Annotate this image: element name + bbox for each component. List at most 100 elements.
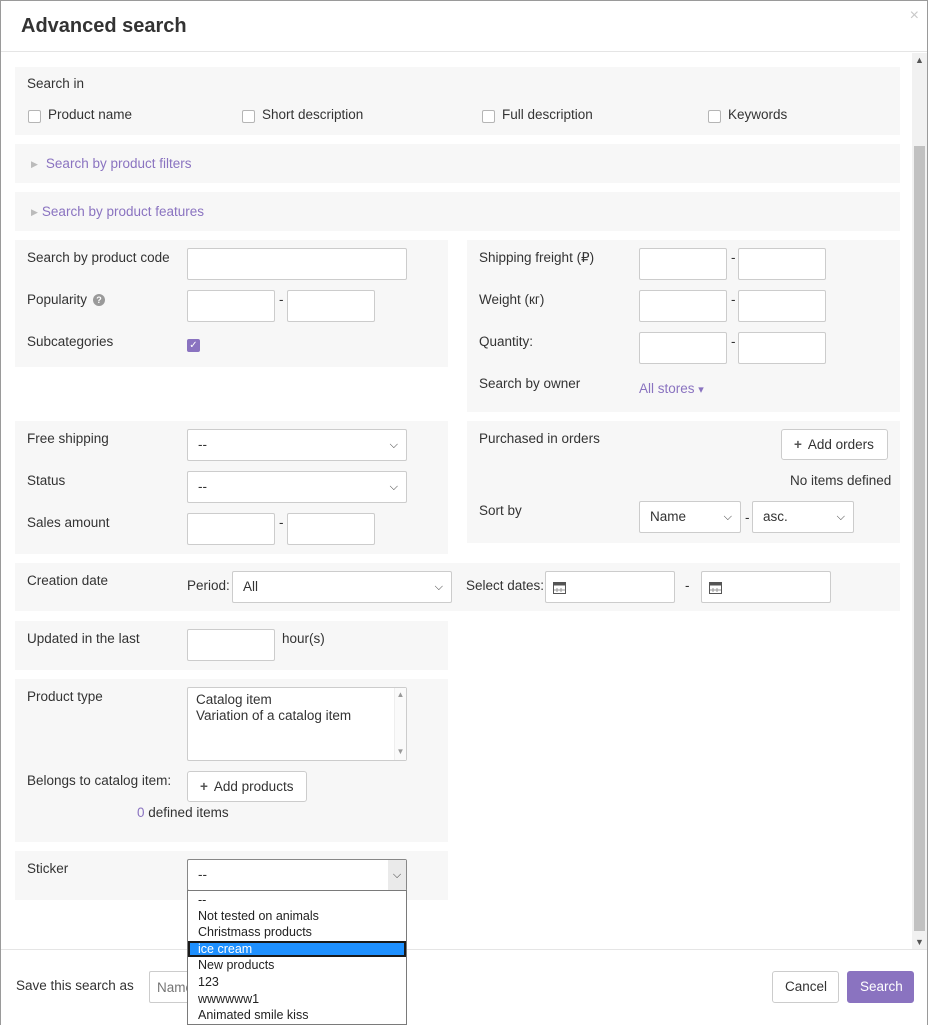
search-by-filters-link[interactable]: ▶ Search by product filters <box>31 156 192 171</box>
sticker-select[interactable]: -- ⌵ <box>187 859 407 891</box>
search-in-label: Search in <box>27 76 85 91</box>
status-label: Status <box>27 473 66 488</box>
keywords-checkbox[interactable] <box>708 110 721 123</box>
free-shipping-label: Free shipping <box>27 431 109 446</box>
range-dash: - <box>731 250 736 265</box>
advanced-search-dialog: Advanced search × ▲ ▼ Search in Product … <box>0 0 928 1025</box>
owner-dropdown-link[interactable]: All stores ▾ <box>639 381 704 396</box>
dialog-header: Advanced search × <box>1 1 927 52</box>
updated-hours-input[interactable] <box>187 629 275 661</box>
scroll-down-icon[interactable]: ▼ <box>912 935 927 949</box>
owner-label: Search by owner <box>479 376 581 391</box>
sticker-option[interactable]: Animated smile kiss <box>188 1007 406 1023</box>
product-type-option[interactable]: Variation of a catalog item <box>196 708 351 723</box>
help-icon[interactable]: ? <box>93 294 106 306</box>
weight-to-input[interactable] <box>738 290 826 322</box>
product-type-option[interactable]: Catalog item <box>196 692 272 707</box>
plus-icon: + <box>794 437 802 452</box>
quantity-to-input[interactable] <box>738 332 826 364</box>
short-description-checkbox[interactable] <box>242 110 255 123</box>
save-search-label: Save this search as <box>16 978 134 993</box>
search-in-panel <box>15 67 900 135</box>
range-dash: - <box>279 515 284 530</box>
close-icon[interactable]: × <box>910 7 919 25</box>
range-dash: - <box>731 292 736 307</box>
purchased-label: Purchased in orders <box>479 431 600 446</box>
chevron-down-icon: ⌵ <box>389 439 398 451</box>
full-description-label: Full description <box>502 107 593 122</box>
sticker-option[interactable]: Christmass products <box>188 924 406 940</box>
sticker-options-list[interactable]: -- Not tested on animals Christmass prod… <box>187 890 407 1025</box>
range-dash: - <box>731 334 736 349</box>
subcategories-label: Subcategories <box>27 334 114 349</box>
sales-amount-label: Sales amount <box>27 515 110 530</box>
range-dash: - <box>745 510 750 525</box>
belongs-label: Belongs to catalog item: <box>27 773 172 788</box>
defined-items-text: 0 defined items <box>137 805 229 820</box>
status-select[interactable]: -- ⌵ <box>187 471 407 503</box>
sales-amount-to-input[interactable] <box>287 513 375 545</box>
multiselect-scrollbar[interactable]: ▲ ▼ <box>394 688 406 760</box>
chevron-down-icon: ⌵ <box>434 581 443 593</box>
caret-down-icon: ▾ <box>698 384 704 396</box>
period-label: Period: <box>187 578 230 593</box>
sticker-option[interactable]: Not tested on animals <box>188 908 406 924</box>
chevron-down-icon: ⌵ <box>389 481 398 493</box>
range-dash: - <box>279 292 284 307</box>
subcategories-checkbox[interactable]: ✓ <box>187 339 200 352</box>
weight-from-input[interactable] <box>639 290 727 322</box>
date-from-input[interactable] <box>545 571 675 603</box>
scrollbar-thumb[interactable] <box>914 146 925 931</box>
period-select[interactable]: All ⌵ <box>232 571 452 603</box>
date-to-input[interactable] <box>701 571 831 603</box>
calendar-icon[interactable] <box>553 581 566 594</box>
chevron-down-icon: ⌵ <box>836 511 845 523</box>
search-by-features-link[interactable]: ▶ Search by product features <box>31 204 204 219</box>
popularity-from-input[interactable] <box>187 290 275 322</box>
scroll-up-icon[interactable]: ▲ <box>912 53 927 67</box>
cancel-button[interactable]: Cancel <box>772 971 839 1003</box>
calendar-icon[interactable] <box>709 581 722 594</box>
sticker-option[interactable]: -- <box>188 892 406 908</box>
checkmark-icon: ✓ <box>189 340 198 351</box>
search-button[interactable]: Search <box>847 971 914 1003</box>
dialog-footer: Save this search as Cancel Search <box>1 949 927 1025</box>
hours-unit-label: hour(s) <box>282 631 325 646</box>
creation-date-label: Creation date <box>27 573 109 588</box>
select-dates-label: Select dates: <box>466 578 545 593</box>
sticker-option[interactable]: 123 <box>188 974 406 990</box>
sticker-option[interactable]: New products <box>188 957 406 973</box>
product-code-input[interactable] <box>187 248 407 280</box>
shipping-freight-label: Shipping freight (₽) <box>479 250 595 265</box>
product-name-checkbox[interactable] <box>28 110 41 123</box>
dialog-title: Advanced search <box>21 15 187 37</box>
sticker-option-highlighted[interactable]: ice cream <box>188 941 406 957</box>
sticker-option[interactable]: wwwwww1 <box>188 991 406 1007</box>
product-type-multiselect[interactable]: Catalog item Variation of a catalog item… <box>187 687 407 761</box>
free-shipping-select[interactable]: -- ⌵ <box>187 429 407 461</box>
product-code-label: Search by product code <box>27 250 170 265</box>
no-items-text: No items defined <box>790 473 892 488</box>
sales-amount-from-input[interactable] <box>187 513 275 545</box>
add-orders-button[interactable]: + Add orders <box>781 429 888 460</box>
triangle-right-icon: ▶ <box>31 159 38 169</box>
sticker-label: Sticker <box>27 861 69 876</box>
shipping-freight-to-input[interactable] <box>738 248 826 280</box>
add-products-button[interactable]: + Add products <box>187 771 307 802</box>
sort-by-label: Sort by <box>479 503 522 518</box>
quantity-label: Quantity: <box>479 334 534 349</box>
product-type-label: Product type <box>27 689 103 704</box>
sort-direction-select[interactable]: asc. ⌵ <box>752 501 854 533</box>
sort-field-select[interactable]: Name ⌵ <box>639 501 741 533</box>
quantity-from-input[interactable] <box>639 332 727 364</box>
defined-items-count[interactable]: 0 <box>137 805 145 820</box>
full-description-checkbox[interactable] <box>482 110 495 123</box>
shipping-freight-from-input[interactable] <box>639 248 727 280</box>
triangle-right-icon: ▶ <box>31 207 38 217</box>
popularity-to-input[interactable] <box>287 290 375 322</box>
range-dash: - <box>685 578 690 593</box>
chevron-down-icon: ⌵ <box>388 860 406 890</box>
keywords-label: Keywords <box>728 107 788 122</box>
popularity-label: Popularity? <box>27 292 106 307</box>
weight-label: Weight (кг) <box>479 292 545 307</box>
